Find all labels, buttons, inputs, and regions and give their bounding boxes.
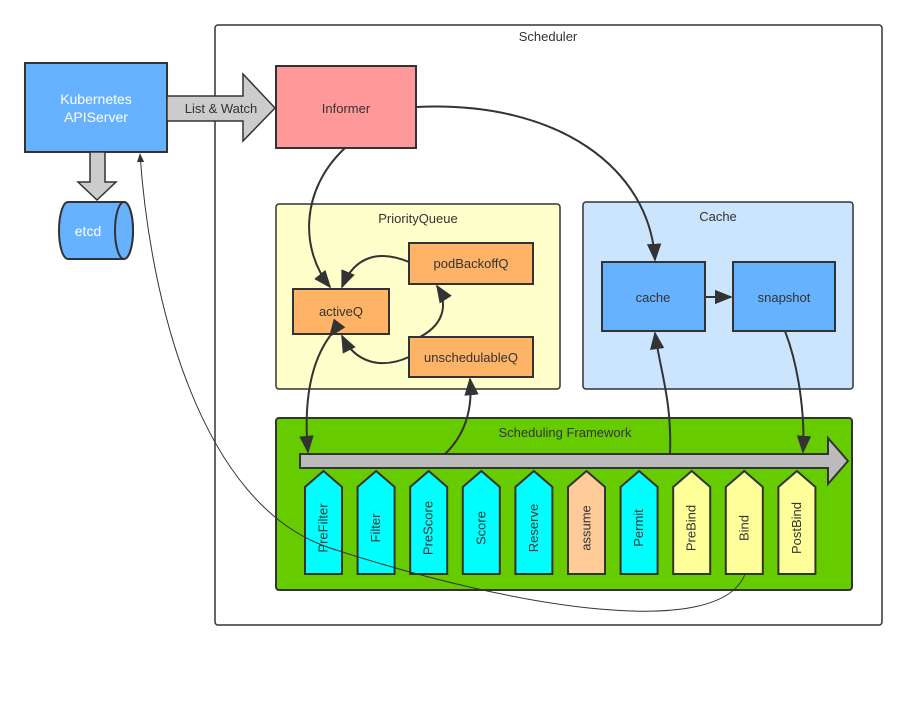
phase-label: PostBind	[789, 502, 804, 554]
apiserver-to-etcd-arrow	[76, 151, 118, 202]
phase-permit: Permit	[619, 469, 659, 575]
scheduler-diagram: Scheduler Kubernetes APIServer etcd List…	[24, 24, 883, 626]
priority-queue-group: PriorityQueue activeQ podBackoffQ unsche…	[275, 203, 561, 390]
phase-label: Bind	[736, 515, 751, 541]
phase-label: Reserve	[526, 504, 541, 552]
phase-label: Score	[473, 511, 488, 545]
snapshot-label: snapshot	[758, 290, 811, 305]
phase-score: Score	[461, 469, 501, 575]
activeq-label: activeQ	[319, 304, 363, 319]
cache-label: cache	[636, 290, 671, 305]
informer-label: Informer	[322, 101, 371, 116]
phase-prescore: PreScore	[409, 469, 449, 575]
unschedulableq-label: unschedulableQ	[424, 350, 518, 365]
phase-label: Filter	[368, 513, 383, 543]
phase-label: PreScore	[421, 501, 436, 555]
phase-postbind: PostBind	[777, 469, 817, 575]
phase-prebind: PreBind	[672, 469, 712, 575]
phase-label: PreBind	[684, 505, 699, 551]
list-watch-label: List & Watch	[185, 101, 257, 116]
scheduler-title: Scheduler	[519, 29, 578, 44]
podbackoffq-label: podBackoffQ	[434, 256, 509, 271]
informer-node: Informer	[275, 65, 417, 149]
phase-label: Permit	[631, 509, 646, 547]
scheduling-framework-group: Scheduling Framework PreFilter Filter PreS…	[275, 417, 853, 591]
etcd-label: etcd	[75, 223, 101, 239]
cache-group-title: Cache	[699, 209, 737, 224]
apiserver-label-2: APIServer	[64, 109, 128, 125]
phase-assume: assume	[567, 469, 606, 575]
phase-bind: Bind	[724, 469, 764, 575]
etcd-node: etcd	[58, 201, 134, 260]
phase-label: assume	[579, 505, 594, 551]
cache-group: Cache cache snapshot	[582, 201, 854, 390]
apiserver-node: Kubernetes APIServer	[24, 62, 168, 153]
scheduling-framework-title: Scheduling Framework	[499, 425, 632, 440]
phase-prefilter: PreFilter	[304, 469, 343, 575]
apiserver-label-1: Kubernetes	[60, 91, 132, 107]
phase-reserve: Reserve	[514, 469, 554, 575]
priority-queue-title: PriorityQueue	[378, 211, 457, 226]
